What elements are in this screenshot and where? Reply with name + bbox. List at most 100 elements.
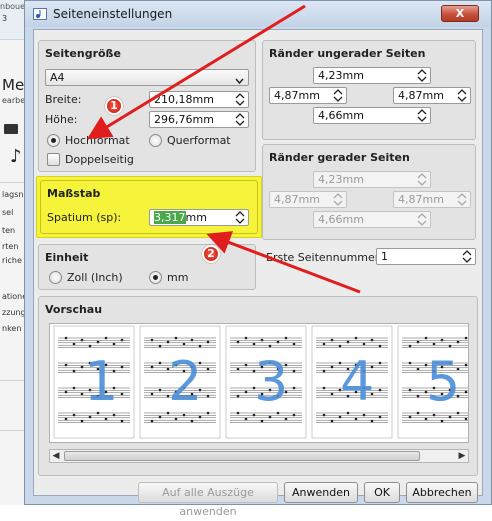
note-head xyxy=(330,392,334,396)
close-button[interactable]: X xyxy=(441,5,479,22)
odd-bottom-margin-spinbox[interactable]: 4,66mm xyxy=(313,107,431,124)
spin-arrows-icon[interactable] xyxy=(417,69,427,82)
inch-radio[interactable] xyxy=(49,271,62,284)
note-head xyxy=(424,417,428,421)
spin-arrows-icon[interactable] xyxy=(462,250,472,263)
cancel-button[interactable]: Abbrechen xyxy=(406,482,478,503)
spin-arrows-icon[interactable] xyxy=(457,89,467,102)
background-list-item[interactable]: lagsn xyxy=(2,190,23,199)
even-right-margin-spinbox: 4,87mm xyxy=(393,191,471,208)
spin-arrows-icon[interactable] xyxy=(235,211,245,224)
apply-button[interactable]: Anwenden xyxy=(284,482,358,503)
note-head xyxy=(150,392,154,396)
note-head xyxy=(378,415,382,419)
first-page-spinbox[interactable]: 1 xyxy=(376,248,476,265)
note-head xyxy=(440,419,444,423)
odd-right-margin-spinbox[interactable]: 4,87mm xyxy=(393,87,471,104)
note-head xyxy=(362,342,366,346)
page-settings-dialog: Seiteneinstellungen X Seitengröße A4 Bre… xyxy=(24,0,492,518)
width-label: Breite: xyxy=(45,93,82,106)
spatium-spinbox[interactable]: 3,317mm xyxy=(149,209,249,226)
note-head xyxy=(330,338,334,342)
odd-top-margin-spinbox[interactable]: 4,23mm xyxy=(313,67,431,84)
scale-group: Maßstab Spatium (sp): 3,317mm xyxy=(40,180,258,234)
scale-title: Maßstab xyxy=(47,187,101,200)
note-head xyxy=(158,415,162,419)
even-bottom-margin-spinbox: 4,66mm xyxy=(313,211,431,228)
even-margins-group: Ränder gerader Seiten 4,23mm 4,87mm 4,87… xyxy=(262,144,476,240)
dialog-client-area: Seitengröße A4 Breite: 210,18mm Höhe: 29… xyxy=(33,29,483,518)
spin-arrows-icon[interactable] xyxy=(417,109,427,122)
folder-icon[interactable] xyxy=(4,124,18,134)
width-spinbox[interactable]: 210,18mm xyxy=(149,91,249,108)
inch-label: Zoll (Inch) xyxy=(67,271,123,284)
background-list-item[interactable]: rten xyxy=(2,242,18,251)
note-head xyxy=(330,419,334,423)
height-spinbox[interactable]: 296,76mm xyxy=(149,111,249,128)
note-head xyxy=(456,340,460,344)
even-bottom-margin-value: 4,66mm xyxy=(318,213,364,226)
scroll-left-icon[interactable]: ◀ xyxy=(50,450,62,462)
note-head xyxy=(150,365,154,369)
note-head xyxy=(236,340,240,344)
odd-left-margin-spinbox[interactable]: 4,87mm xyxy=(269,87,347,104)
preview-group: Vorschau 1 2 3 4 5 ◀ ▶ xyxy=(38,296,478,476)
scroll-right-icon[interactable]: ▶ xyxy=(456,450,468,462)
double-sided-checkbox[interactable] xyxy=(47,153,60,166)
note-head xyxy=(80,419,84,423)
note-head xyxy=(150,419,154,423)
paper-format-select[interactable]: A4 xyxy=(45,69,249,86)
note-head xyxy=(322,386,326,390)
mm-radio[interactable] xyxy=(149,271,162,284)
note-head xyxy=(72,386,76,390)
spin-arrows-icon[interactable] xyxy=(235,113,245,126)
note-head xyxy=(408,388,412,392)
note-head xyxy=(252,413,256,417)
spin-arrows-icon[interactable] xyxy=(333,89,343,102)
note-head xyxy=(378,388,382,392)
page-number-label: 4 xyxy=(340,350,375,413)
note-head xyxy=(322,369,326,373)
spatium-selected-text: 3,317 xyxy=(154,211,186,224)
background-list-item[interactable]: nken xyxy=(2,324,21,333)
even-left-margin-spinbox: 4,87mm xyxy=(269,191,347,208)
note-head xyxy=(292,369,296,373)
note-head xyxy=(362,413,366,417)
preview-horizontal-scrollbar[interactable]: ◀ ▶ xyxy=(49,449,469,463)
note-head xyxy=(448,344,452,348)
music-note-icon[interactable]: ♪ xyxy=(10,146,22,167)
note-head xyxy=(244,363,248,367)
page-number-label: 5 xyxy=(426,350,461,413)
mm-label: mm xyxy=(167,271,189,284)
note-head xyxy=(268,415,272,419)
note-head xyxy=(72,342,76,346)
annotation-marker-1: 1 xyxy=(105,97,123,115)
background-list-item[interactable]: sel xyxy=(2,208,13,217)
note-head xyxy=(80,392,84,396)
portrait-label: Hochformat xyxy=(65,134,130,147)
scrollbar-thumb[interactable] xyxy=(64,451,420,461)
background-subheading-fragment: earbe xyxy=(2,96,26,105)
close-icon: X xyxy=(455,7,465,20)
odd-bottom-margin-value: 4,66mm xyxy=(318,109,364,122)
height-label: Höhe: xyxy=(45,113,78,126)
note-head xyxy=(354,336,358,340)
background-list-item[interactable]: riche xyxy=(2,256,22,265)
ok-button[interactable]: OK xyxy=(364,482,400,503)
landscape-radio[interactable] xyxy=(149,134,162,147)
spin-arrows-icon xyxy=(457,193,467,206)
note-head xyxy=(408,415,412,419)
portrait-radio[interactable] xyxy=(47,134,60,147)
musescore-app-icon xyxy=(33,8,47,20)
page-number-label: 3 xyxy=(254,350,289,413)
dialog-titlebar[interactable]: Seiteneinstellungen X xyxy=(25,1,491,27)
note-head xyxy=(416,394,420,398)
spin-arrows-icon[interactable] xyxy=(235,93,245,106)
note-head xyxy=(464,390,468,394)
background-list-item[interactable]: ten xyxy=(2,226,15,235)
odd-margins-group: Ränder ungerader Seiten 4,23mm 4,87mm 4,… xyxy=(262,40,476,140)
note-head xyxy=(252,342,256,346)
dialog-title: Seiteneinstellungen xyxy=(53,7,173,21)
preview-canvas[interactable]: 1 2 3 4 5 xyxy=(49,323,469,443)
note-head xyxy=(424,336,428,340)
